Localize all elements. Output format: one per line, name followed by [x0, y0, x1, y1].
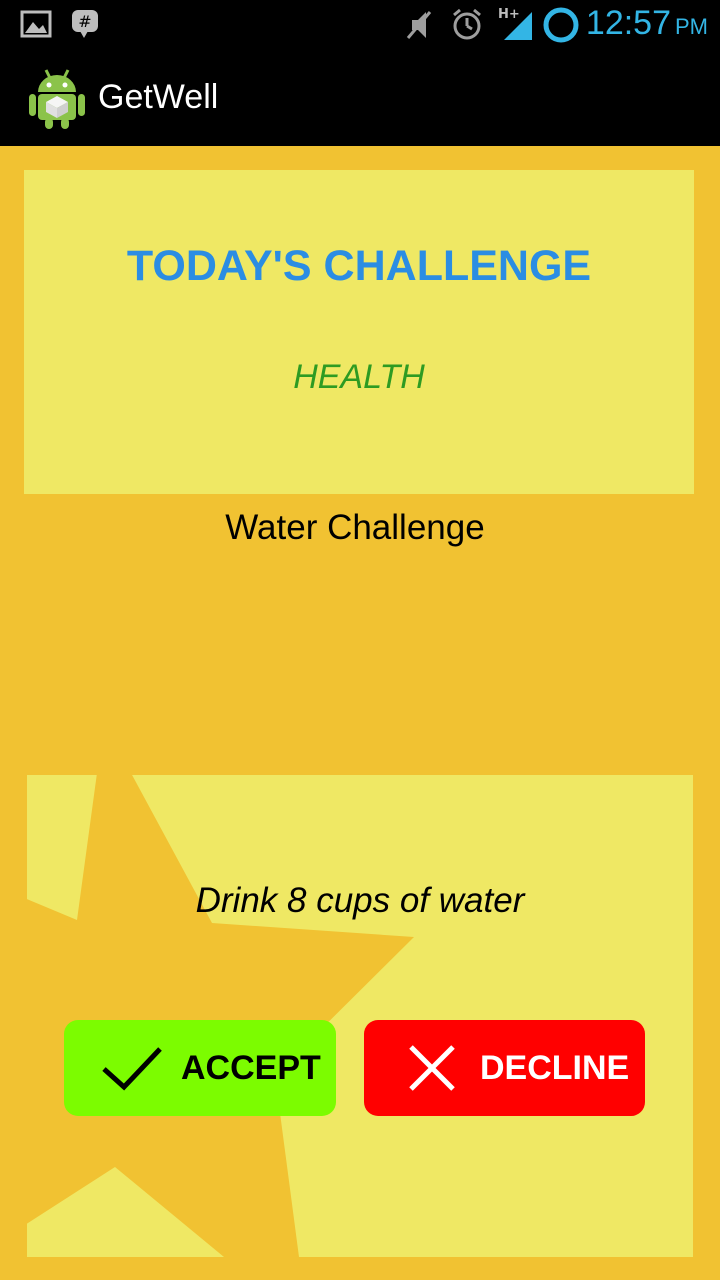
decline-button[interactable]: DECLINE: [364, 1020, 645, 1116]
sync-icon: [542, 6, 580, 49]
challenge-heading: TODAY'S CHALLENGE: [126, 242, 592, 290]
accept-label: ACCEPT: [181, 1048, 321, 1087]
challenge-detail-card: Drink 8 cups of water ACCEPT DECLINE: [27, 775, 693, 1257]
challenge-category: HEALTH: [293, 358, 425, 396]
android-robot-icon[interactable]: [28, 66, 86, 130]
checkmark-icon: [102, 1047, 162, 1091]
close-icon: [409, 1045, 455, 1091]
clock-ampm: PM: [675, 14, 708, 39]
clock: 12:57 PM: [586, 4, 708, 43]
gallery-icon: [20, 8, 52, 45]
app-title: GetWell: [98, 78, 219, 116]
star-decoration-icon: [27, 775, 414, 1257]
svg-text:#: #: [78, 12, 91, 31]
challenge-header-card: TODAY'S CHALLENGE HEALTH: [24, 170, 694, 494]
clock-time: 12:57: [585, 4, 671, 42]
challenge-name: Water Challenge: [225, 508, 485, 547]
alarm-icon: [450, 8, 484, 47]
status-bar: # H+ 12:57 PM: [0, 0, 720, 50]
challenge-description: Drink 8 cups of water: [195, 881, 525, 920]
action-bar: GetWell: [0, 50, 720, 146]
signal-icon: H+: [498, 4, 538, 49]
network-type-label: H+: [498, 7, 520, 22]
mute-icon: [404, 8, 434, 47]
decline-label: DECLINE: [480, 1048, 630, 1087]
accept-button[interactable]: ACCEPT: [64, 1020, 336, 1116]
chat-icon: #: [70, 8, 100, 45]
